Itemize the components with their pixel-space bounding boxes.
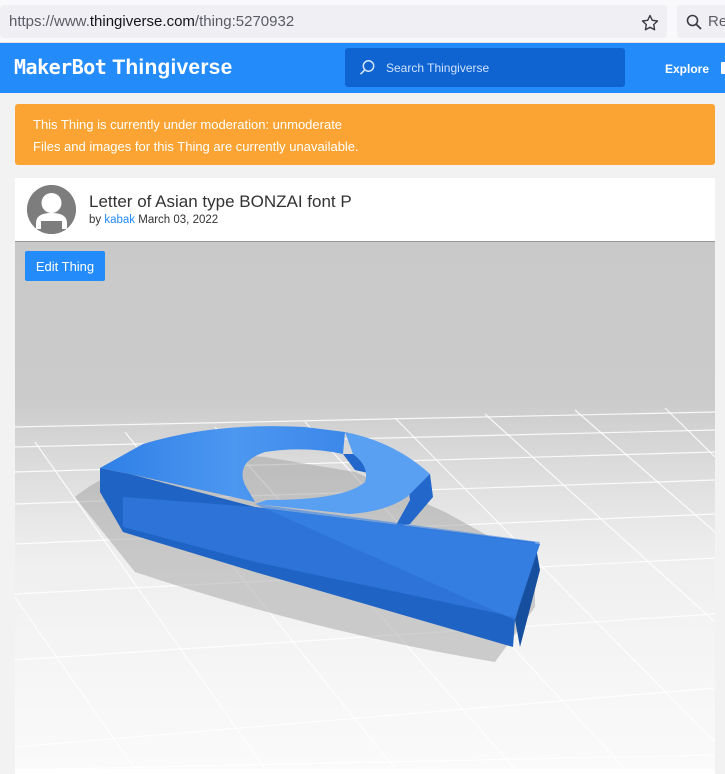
browser-search-box[interactable]: Rec xyxy=(677,5,725,38)
search-icon xyxy=(359,60,375,75)
author-link[interactable]: kabak xyxy=(104,214,135,226)
thing-title: Letter of Asian type BONZAI font P xyxy=(89,192,352,211)
search-placeholder: Search Thingiverse xyxy=(386,61,490,75)
makerbot-thingiverse-logo[interactable]: MakerBot Thingiverse xyxy=(14,55,232,80)
thing-preview-image[interactable]: Edit Thing xyxy=(15,241,715,769)
nav-overflow-edge xyxy=(721,62,725,74)
site-header: MakerBot Thingiverse Search Thingiverse … xyxy=(0,43,725,93)
browser-search-text: Rec xyxy=(708,13,725,30)
browser-toolbar: https://www.thingiverse.com/thing:527093… xyxy=(0,0,725,43)
thing-byline: by kabak March 03, 2022 xyxy=(89,214,219,226)
publish-date: March 03, 2022 xyxy=(138,214,219,226)
bookmark-star-icon[interactable] xyxy=(640,13,660,33)
moderation-status-text: This Thing is currently under moderation… xyxy=(33,117,343,132)
address-bar[interactable]: https://www.thingiverse.com/thing:527093… xyxy=(0,5,667,38)
site-search-input[interactable]: Search Thingiverse xyxy=(345,48,625,87)
explore-link[interactable]: Explore xyxy=(665,62,709,76)
search-icon xyxy=(686,14,702,30)
model-render-image xyxy=(15,402,715,769)
default-user-icon xyxy=(27,185,76,234)
moderation-notice-text: Files and images for this Thing are curr… xyxy=(33,139,359,154)
moderation-banner: This Thing is currently under moderation… xyxy=(15,104,715,165)
address-url[interactable]: https://www.thingiverse.com/thing:527093… xyxy=(9,13,294,30)
thing-card: Letter of Asian type BONZAI font P by ka… xyxy=(15,178,715,774)
edit-thing-button[interactable]: Edit Thing xyxy=(25,251,105,281)
avatar[interactable] xyxy=(27,185,76,234)
